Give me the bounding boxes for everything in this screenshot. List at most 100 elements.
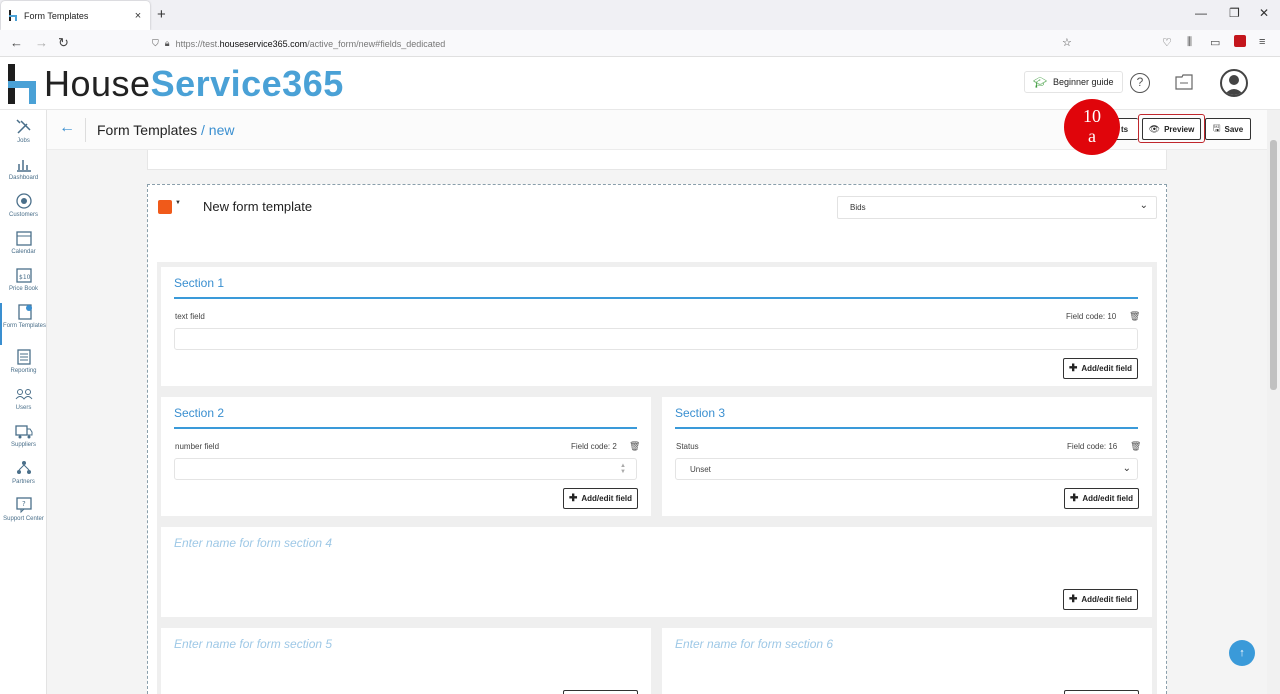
- browser-tab[interactable]: Form Templates ×: [1, 1, 150, 30]
- report-icon: [15, 348, 33, 366]
- section-underline: [174, 427, 637, 429]
- beginner-guide-button[interactable]: 🎓︎ Beginner guide: [1024, 71, 1123, 93]
- sidebar-item-label: Price Book: [8, 286, 38, 292]
- logo-mark-icon: [6, 64, 40, 104]
- status-select[interactable]: Unset ⌄: [675, 458, 1138, 480]
- sidebar-toggle-icon[interactable]: ▭: [1210, 36, 1220, 49]
- caret-down-icon[interactable]: ▼: [175, 200, 181, 206]
- sidebar-item-label: Customers: [8, 212, 38, 218]
- tab-title: Form Templates: [24, 10, 89, 21]
- logo-text-blue: Service365: [150, 63, 344, 104]
- text-field-input[interactable]: [174, 328, 1138, 350]
- sidebar-item-suppliers[interactable]: Suppliers: [0, 422, 47, 448]
- forward-icon[interactable]: →: [35, 35, 48, 50]
- sidebar-item-jobs[interactable]: Jobs: [0, 118, 47, 144]
- minimize-icon[interactable]: —: [1195, 6, 1207, 20]
- library-icon[interactable]: ⫼: [1187, 36, 1192, 49]
- folder-icon[interactable]: [1175, 74, 1193, 90]
- lock-icon: 🔒︎: [164, 38, 170, 48]
- partners-icon: [15, 459, 33, 477]
- section-name-placeholder[interactable]: Enter name for form section 6: [675, 637, 833, 651]
- restore-icon[interactable]: ❐: [1229, 6, 1240, 20]
- field-code: Field code: 16: [1067, 442, 1118, 451]
- sidebar-item-price-book[interactable]: $10 Price Book: [0, 266, 47, 292]
- sidebar-item-label: Form Templates: [3, 323, 46, 329]
- save-button-label: Save: [1224, 124, 1244, 134]
- field-code: Field code: 10: [1066, 312, 1117, 321]
- form-section-4: Enter name for form section 4 ✚ Add/edit…: [161, 527, 1152, 617]
- trash-icon[interactable]: 🗑︎: [629, 441, 640, 452]
- form-template-editor: ▼ New form template Bids ⌄ Section 1 tex…: [147, 184, 1167, 694]
- add-edit-field-button[interactable]: ✚ Add/edit field: [1063, 589, 1138, 610]
- section-title[interactable]: Section 2: [174, 406, 224, 420]
- sidebar-item-calendar[interactable]: Calendar: [0, 229, 47, 255]
- sidebar-item-reporting[interactable]: Reporting: [0, 348, 47, 374]
- template-color-swatch[interactable]: [158, 200, 172, 214]
- sidebar-item-label: Calendar: [11, 249, 36, 255]
- add-edit-field-label: Add/edit field: [581, 494, 633, 503]
- sidebar-item-form-templates[interactable]: Form Templates: [0, 303, 47, 345]
- url-bar[interactable]: ⛉ 🔒︎ https://test. houseservice365.com/ac…: [152, 33, 1082, 54]
- section-name-placeholder[interactable]: Enter name for form section 5: [174, 637, 332, 651]
- number-spinner-icon[interactable]: ▲ ▼: [620, 463, 626, 475]
- step-annotation-badge: 10 a: [1064, 99, 1120, 155]
- section-title[interactable]: Section 3: [675, 406, 725, 420]
- plus-icon: ✚: [1069, 493, 1079, 504]
- reload-icon[interactable]: ↻: [58, 35, 69, 51]
- breadcrumb-current: new: [208, 122, 235, 138]
- step-letter: a: [1088, 126, 1096, 146]
- scroll-to-top-button[interactable]: ↑: [1229, 640, 1255, 666]
- section-title[interactable]: Section 1: [174, 276, 224, 290]
- extension-icon[interactable]: [1234, 35, 1246, 47]
- breadcrumb-main[interactable]: Form Templates: [97, 122, 197, 138]
- favicon-icon: [9, 10, 19, 21]
- section-name-placeholder[interactable]: Enter name for form section 4: [174, 536, 332, 550]
- form-section-2: Section 2 number field Field code: 2 🗑︎ …: [161, 397, 651, 516]
- form-section-6: Enter name for form section 6: [662, 628, 1152, 694]
- back-arrow-icon[interactable]: ←: [59, 119, 75, 137]
- support-icon: ?: [15, 496, 33, 514]
- number-field-input[interactable]: ▲ ▼: [174, 458, 637, 480]
- truck-icon: [14, 422, 33, 440]
- help-icon[interactable]: ?: [1130, 73, 1150, 93]
- window-close-icon[interactable]: ✕: [1259, 6, 1269, 20]
- sidebar-item-support-center[interactable]: ? Support Center: [0, 496, 47, 522]
- field-code: Field code: 2: [571, 442, 617, 451]
- divider: [85, 118, 86, 142]
- url-path: /active_form/new#fields_dedicated: [307, 38, 446, 49]
- section-underline: [675, 427, 1138, 429]
- pocket-icon[interactable]: ♡: [1162, 36, 1172, 49]
- template-type-select[interactable]: Bids ⌄: [837, 196, 1157, 219]
- sidebar-item-dashboard[interactable]: Dashboard: [0, 155, 47, 181]
- field-label: Status: [676, 442, 699, 451]
- add-edit-field-button[interactable]: [563, 690, 638, 694]
- sidebar-item-users[interactable]: Users: [0, 385, 47, 411]
- logo[interactable]: HouseService365: [6, 63, 344, 105]
- field-label: text field: [175, 312, 205, 321]
- target-icon: [15, 192, 33, 210]
- page-scrollbar[interactable]: [1267, 110, 1280, 694]
- user-avatar-icon[interactable]: [1220, 69, 1248, 97]
- save-button[interactable]: 🖫 Save: [1205, 118, 1251, 140]
- back-icon[interactable]: ←: [10, 35, 23, 50]
- bookmark-star-icon[interactable]: ☆: [1062, 36, 1072, 49]
- logo-text-dark: House: [44, 63, 151, 104]
- sidebar-item-partners[interactable]: Partners: [0, 459, 47, 485]
- breadcrumb: Form Templates / new: [97, 122, 234, 138]
- add-edit-field-button[interactable]: ✚ Add/edit field: [563, 488, 638, 509]
- add-edit-field-button[interactable]: ✚ Add/edit field: [1063, 358, 1138, 379]
- previous-card: [147, 150, 1167, 170]
- menu-icon[interactable]: ≡: [1259, 36, 1265, 48]
- new-tab-button[interactable]: +: [157, 6, 166, 23]
- trash-icon[interactable]: 🗑︎: [1129, 311, 1140, 322]
- sidebar-item-customers[interactable]: Customers: [0, 192, 47, 218]
- scrollbar-thumb[interactable]: [1270, 140, 1277, 390]
- template-name[interactable]: New form template: [203, 199, 312, 214]
- tab-close-icon[interactable]: ×: [130, 10, 146, 22]
- trash-icon[interactable]: 🗑︎: [1130, 441, 1141, 452]
- add-edit-field-label: Add/edit field: [1081, 595, 1133, 604]
- add-edit-field-button[interactable]: [1064, 690, 1139, 694]
- url-domain: houseservice365.com: [219, 38, 308, 49]
- bar-chart-icon: [15, 155, 33, 173]
- add-edit-field-button[interactable]: ✚ Add/edit field: [1064, 488, 1139, 509]
